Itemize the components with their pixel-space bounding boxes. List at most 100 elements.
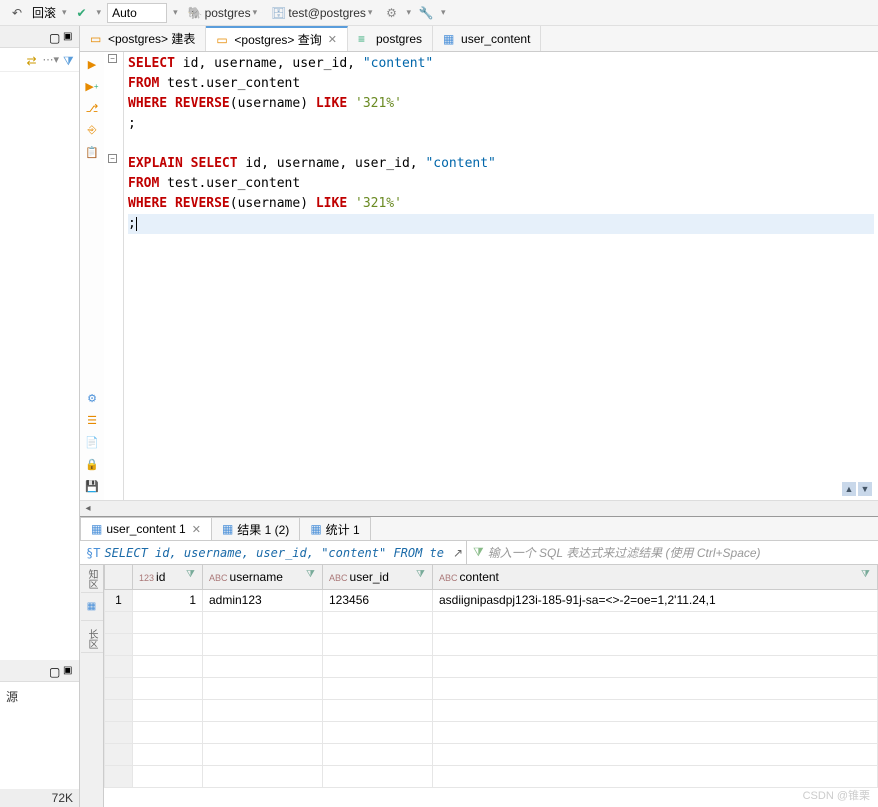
type-icon: 123 [139,573,154,583]
filter-icon: ⧩ [473,545,484,560]
result-tab-user-content[interactable]: ▦ user_content 1 ✕ [80,517,212,540]
sql-file-icon: ▭ [216,33,230,47]
rollback-label: 回滚 [32,4,56,21]
grid-mode-btn[interactable]: 知区 [81,565,103,593]
doc-icon[interactable]: 📄 [84,434,100,450]
results-panel: ▦ user_content 1 ✕ ▦ 结果 1 (2) ▦ 统计 1 §T … [80,516,878,807]
table-icon: ▦ [443,32,457,46]
dropdown-arrow-icon[interactable]: ▾ [406,7,411,18]
sql-preview[interactable]: §T SELECT id, username, user_id, "conten… [80,546,450,560]
type-icon: ABC [209,573,228,583]
open-sql-icon[interactable]: ↗ [450,546,466,560]
fold-toggle-icon[interactable]: − [108,154,117,163]
bottom-left-label: 源 [0,682,79,711]
minimize-icon[interactable]: ▢ [49,665,61,677]
filter-icon[interactable]: ⧩ [63,54,75,66]
minimize-icon[interactable]: ▢ [49,31,61,43]
tab-query[interactable]: ▭ <postgres> 查询 ✕ [206,26,348,51]
ellipsis-icon[interactable]: ⋯▾ [42,53,59,66]
editor: ▶ ▶+ ⎇ ⎆ 📋 ⚙ ☰ 📄 🔒 💾 − − SELECT id, user… [80,52,878,500]
filter-icon[interactable]: ⧩ [861,569,875,583]
commit-icon[interactable]: ✔ [73,4,91,22]
col-header-content[interactable]: ABCcontent⧩ [433,565,878,589]
dropdown-arrow-icon: ▾ [253,7,258,18]
save-icon[interactable]: 💾 [84,478,100,494]
results-grid: 知区 ▦ 长区 123id⧩ ABCusername⧩ ABCuser_id⧩ … [80,565,878,807]
restore-icon[interactable]: ▣ [63,31,75,43]
bookmark-icon[interactable]: ☰ [84,412,100,428]
db-selector[interactable]: 🐘 postgres ▾ [184,6,262,20]
restore-icon[interactable]: ▣ [63,665,75,677]
filter-icon[interactable]: ⧩ [306,569,320,583]
sql-file-icon: ▭ [90,32,104,46]
top-toolbar: ↶ 回滚 ▾ ✔ ▾ Auto ▾ 🐘 postgres ▾ 🗄 test@po… [0,0,878,26]
link-icon[interactable]: ⇄ [26,54,38,66]
filter-input[interactable]: ⧩ 输入一个 SQL 表达式来过滤结果 (使用 Ctrl+Space) [466,541,878,564]
editor-gutter: ▶ ▶+ ⎇ ⎆ 📋 ⚙ ☰ 📄 🔒 💾 [80,52,104,500]
grid-view-icon[interactable]: ▦ [81,593,103,621]
run-add-icon[interactable]: ▶+ [84,78,100,94]
collapse-up-icon[interactable]: ▲ [842,482,856,496]
left-panel-toolbar: ⇄ ⋯▾ ⧩ [0,48,79,72]
left-stat: 72K [0,789,79,807]
rownum-cell: 1 [105,589,133,611]
tool-icon[interactable]: 🔧 [417,4,435,22]
grid-icon: ▦ [91,522,102,536]
type-icon: ABC [439,573,458,583]
cell-username[interactable]: admin123 [203,589,323,611]
dropdown-arrow-icon[interactable]: ▾ [97,7,102,18]
dropdown-arrow-icon[interactable]: ▾ [62,7,67,18]
table-row [105,699,878,721]
table-row [105,611,878,633]
settings-icon[interactable]: ⚙ [382,4,400,22]
tab-create-table[interactable]: ▭ <postgres> 建表 [80,26,206,51]
editor-tabs: ▭ <postgres> 建表 ▭ <postgres> 查询 ✕ ≡ post… [80,26,878,52]
grid-icon: ▦ [310,522,321,536]
grid-icon: ▦ [222,522,233,536]
tab-postgres-db[interactable]: ≡ postgres [348,26,433,51]
grid-sidebar: 知区 ▦ 长区 [80,565,104,807]
result-tab-stats[interactable]: ▦ 统计 1 [299,517,370,540]
close-icon[interactable]: ✕ [328,33,337,46]
dropdown-arrow-icon[interactable]: ▾ [441,7,446,18]
collapse-down-icon[interactable]: ▼ [858,482,872,496]
col-header-id[interactable]: 123id⧩ [133,565,203,589]
col-header-user-id[interactable]: ABCuser_id⧩ [323,565,433,589]
horizontal-scrollbar[interactable]: ◂ [80,500,878,516]
table-row [105,765,878,787]
database-icon: 🗄 [271,6,286,20]
cell-id[interactable]: 1 [133,589,203,611]
grid-mode-btn2[interactable]: 长区 [81,625,103,653]
result-tab-result1[interactable]: ▦ 结果 1 (2) [211,517,300,540]
dropdown-arrow-icon[interactable]: ▾ [173,7,178,18]
sql-icon: §T [86,546,100,560]
col-header-username[interactable]: ABCusername⧩ [203,565,323,589]
results-tabs: ▦ user_content 1 ✕ ▦ 结果 1 (2) ▦ 统计 1 [80,517,878,541]
conn-selector[interactable]: 🗄 test@postgres ▾ [267,6,376,20]
scroll-left-icon[interactable]: ◂ [80,501,96,517]
dropdown-arrow-icon: ▾ [368,7,373,18]
fold-toggle-icon[interactable]: − [108,54,117,63]
explain-icon[interactable]: ⎇ [84,100,100,116]
explain-analyze-icon[interactable]: ⎆ [84,122,100,138]
gear-icon[interactable]: ⚙ [84,390,100,406]
cell-content[interactable]: asdiignipasdpj123i-185-91j-sa=<>-2=oe=1,… [433,589,878,611]
tx-mode-combo[interactable]: Auto [107,3,167,23]
rownum-header [105,565,133,589]
data-table: 123id⧩ ABCusername⧩ ABCuser_id⧩ ABCconte… [104,565,878,788]
rollback-icon[interactable]: ↶ [8,4,26,22]
run-icon[interactable]: ▶ [84,56,100,72]
left-panel-header: ▢ ▣ [0,26,79,48]
filter-icon[interactable]: ⧩ [186,569,200,583]
tab-user-content-table[interactable]: ▦ user_content [433,26,541,51]
table-row [105,721,878,743]
code-area[interactable]: SELECT id, username, user_id, "content" … [124,52,878,500]
cell-user-id[interactable]: 123456 [323,589,433,611]
table-row[interactable]: 1 1 admin123 123456 asdiignipasdpj123i-1… [105,589,878,611]
filter-icon[interactable]: ⧩ [416,569,430,583]
database-icon: ≡ [358,32,372,46]
clipboard-icon[interactable]: 📋 [84,144,100,160]
results-filter-bar: §T SELECT id, username, user_id, "conten… [80,541,878,565]
lock-icon[interactable]: 🔒 [84,456,100,472]
close-icon[interactable]: ✕ [192,523,201,536]
